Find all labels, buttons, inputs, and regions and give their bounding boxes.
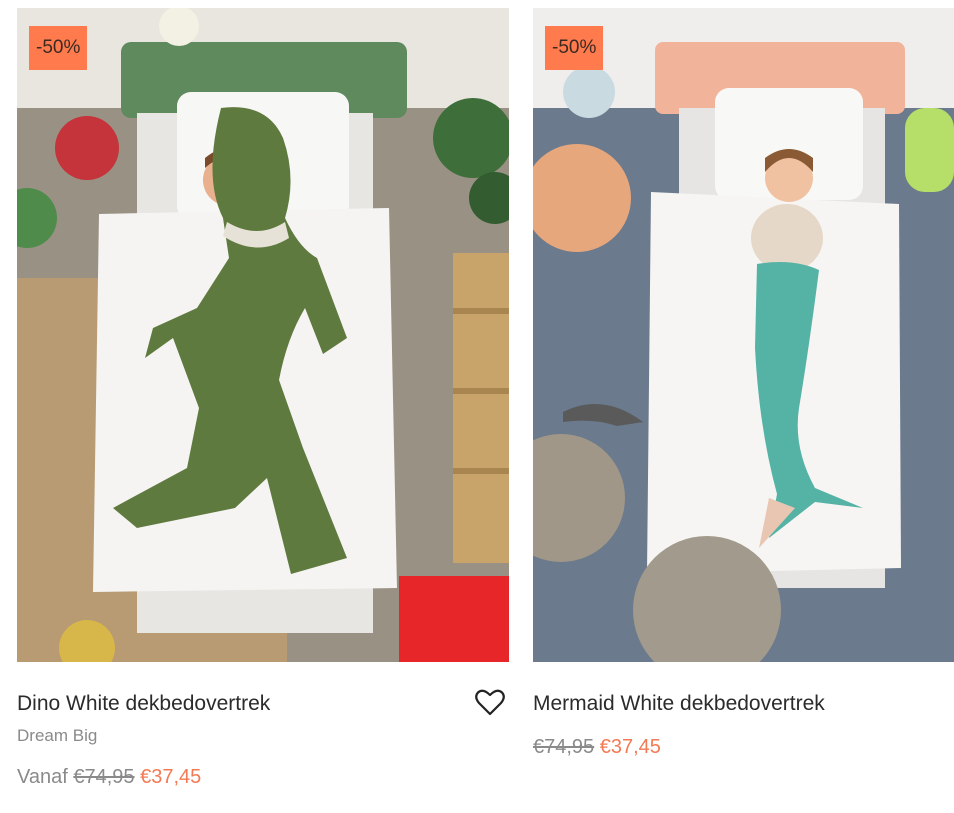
product-card-mermaid[interactable]: -50% Mermaid White dekbedovertrek €74,95… [533,8,954,758]
sale-price: €37,45 [599,736,661,758]
product-brand: Dream Big [17,726,98,745]
product-image-mermaid[interactable]: -50% [533,8,954,662]
product-title[interactable]: Mermaid White dekbedovertrek [533,692,825,716]
discount-badge: -50% [545,26,604,70]
mermaid-bed-photo [533,8,954,662]
sale-price: €37,45 [140,766,202,788]
old-price: €74,95 [73,766,135,788]
product-title[interactable]: Dino White dekbedovertrek [17,692,270,716]
product-grid: -50% Dino White dekbedovertrek Dream Big… [0,0,954,813]
dino-bed-photo [17,8,509,662]
product-card-dino[interactable]: -50% Dino White dekbedovertrek Dream Big… [17,8,509,788]
discount-badge: -50% [29,26,88,70]
price-line: Vanaf €74,95 €37,45 [17,766,201,789]
price-prefix: Vanaf [17,766,68,788]
old-price: €74,95 [533,736,595,758]
wishlist-heart-button[interactable] [475,688,505,716]
heart-icon [475,689,505,716]
price-line: €74,95 €37,45 [533,736,661,759]
product-image-dino[interactable]: -50% [17,8,509,662]
